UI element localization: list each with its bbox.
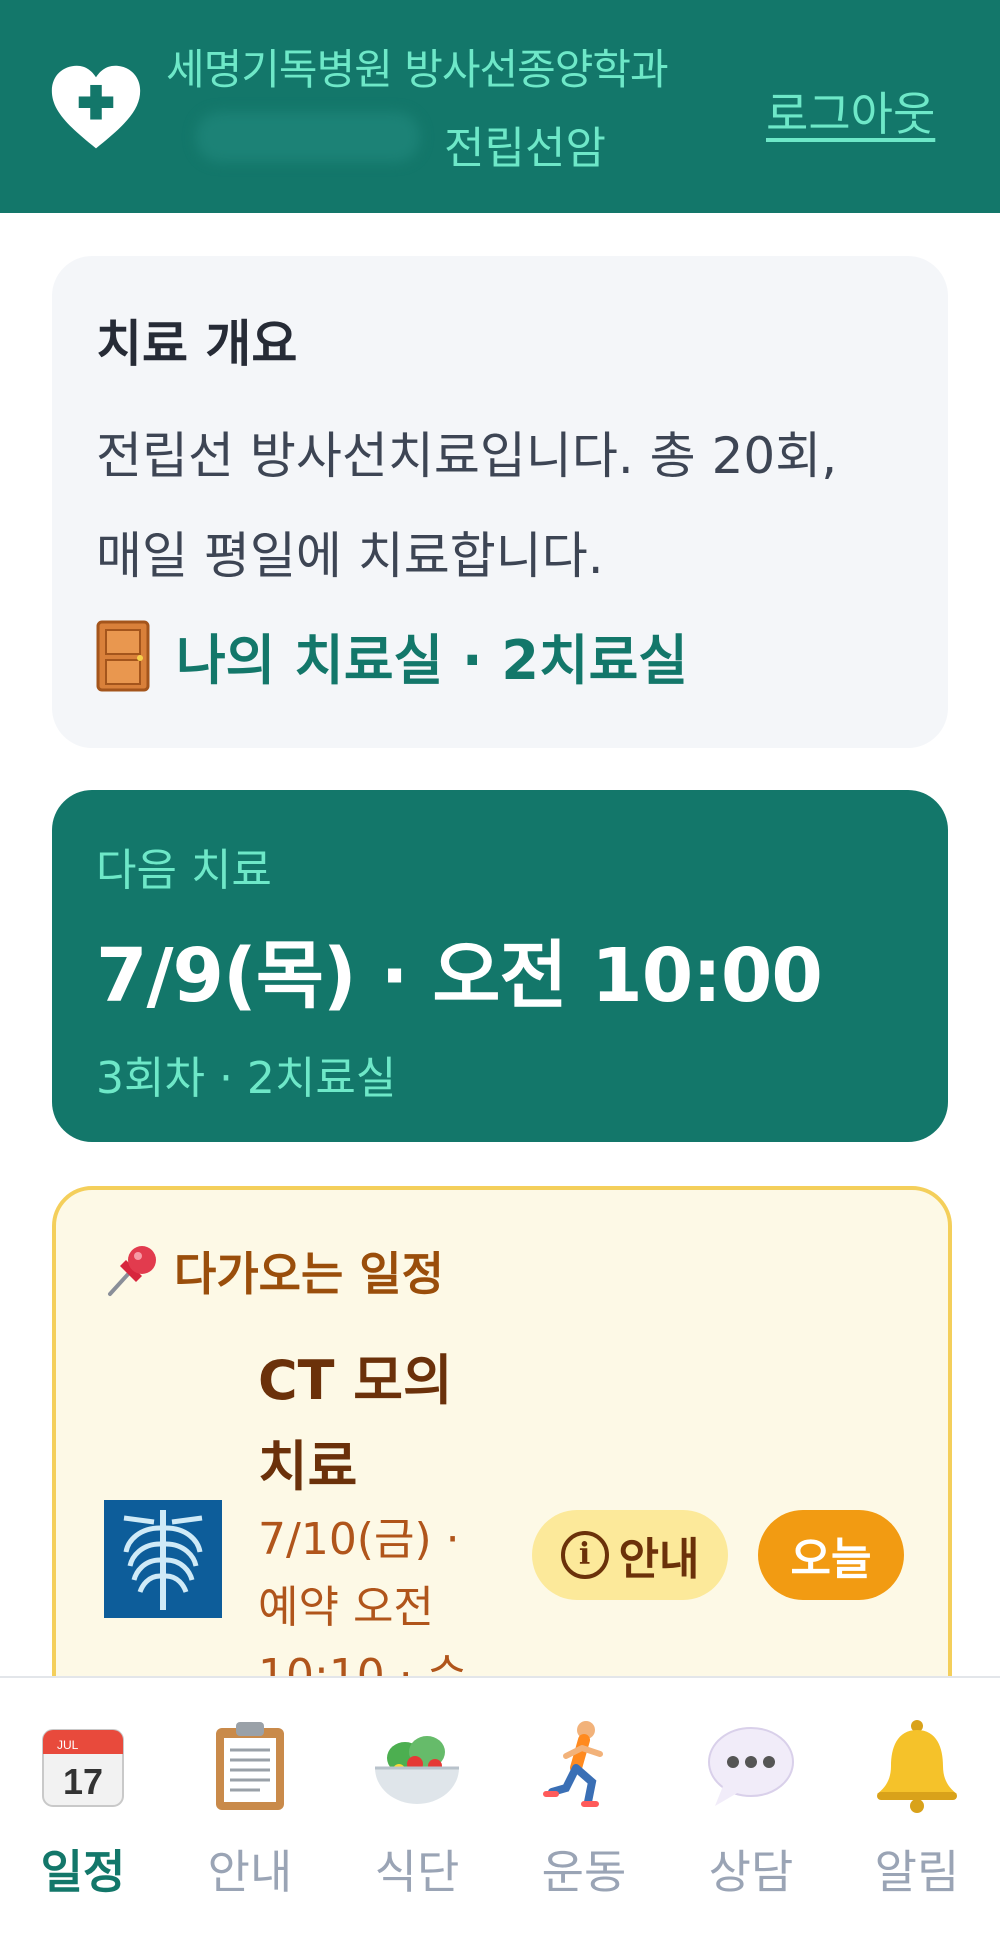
tab-label: 상담: [708, 1845, 794, 1899]
tab-label: 식단: [374, 1845, 460, 1899]
tab-label: 일정: [40, 1845, 126, 1899]
tab-label: 알림: [874, 1845, 960, 1899]
tab-schedule[interactable]: 17 JUL 일정: [8, 1718, 158, 1902]
app-header: 세명기독병원 방사선종양학과 전립선암 로그아웃: [0, 0, 1000, 213]
next-treatment-time: 7/9(목) · 오전 10:00: [96, 933, 823, 1019]
xray-icon: [104, 1500, 222, 1618]
upcoming-schedule-card: 다가오는 일정 CT 모의 치료 7/10(금) · 예약 오전 10:10 ·…: [52, 1186, 952, 1754]
tab-diet[interactable]: 식단: [342, 1718, 492, 1902]
svg-text:JUL: JUL: [57, 1738, 79, 1752]
next-treatment-session: 3회차 · 2치료실: [96, 1053, 397, 1104]
overview-title: 치료 개요: [96, 315, 298, 373]
treatment-room-label: 나의 치료실 · 2치료실: [176, 629, 688, 692]
next-treatment-label: 다음 치료: [96, 845, 272, 896]
diagnosis-label: 전립선암: [444, 123, 606, 174]
speech-bubble-icon: [708, 1727, 794, 1806]
event-title: CT 모의 치료: [258, 1349, 453, 1498]
guide-button-label: 안내: [618, 1534, 700, 1585]
treatment-room: 나의 치료실 · 2치료실: [96, 616, 688, 695]
tab-exercise[interactable]: 운동: [509, 1718, 659, 1902]
today-badge: 오늘: [758, 1510, 904, 1600]
hospital-name: 세명기독병원 방사선종양학과: [166, 45, 669, 94]
info-icon: i: [560, 1531, 609, 1579]
logout-link[interactable]: 로그아웃: [766, 78, 935, 144]
tab-guide[interactable]: 안내: [175, 1718, 325, 1902]
pushpin-icon: [108, 1246, 156, 1296]
overview-description: 전립선 방사선치료입니다. 총 20회, 매일 평일에 치료합니다.: [96, 427, 838, 585]
runner-icon: [543, 1721, 603, 1807]
heart-cross-icon: [51, 65, 141, 149]
upcoming-title: 다가오는 일정: [100, 1238, 444, 1304]
clipboard-icon: [216, 1722, 284, 1810]
door-icon: [96, 620, 150, 691]
guide-button[interactable]: i 안내: [532, 1510, 728, 1600]
salad-icon: [375, 1736, 459, 1804]
bottom-tab-bar: 17 JUL 일정 안내 식단 운동 상담 알림: [0, 1676, 1000, 1946]
bell-icon: [877, 1720, 957, 1813]
upcoming-title-label: 다가오는 일정: [174, 1247, 444, 1301]
treatment-overview-card: 치료 개요 전립선 방사선치료입니다. 총 20회, 매일 평일에 치료합니다.…: [52, 256, 948, 748]
patient-name-redacted: [196, 112, 420, 162]
calendar-icon: 17 JUL: [42, 1729, 124, 1807]
svg-text:17: 17: [63, 1761, 103, 1802]
tab-consult[interactable]: 상담: [676, 1718, 826, 1902]
tab-label: 안내: [207, 1845, 293, 1899]
next-treatment-card: 다음 치료 7/9(목) · 오전 10:00 3회차 · 2치료실: [52, 790, 948, 1142]
tab-notifications[interactable]: 알림: [842, 1718, 992, 1902]
tab-label: 운동: [541, 1845, 627, 1899]
